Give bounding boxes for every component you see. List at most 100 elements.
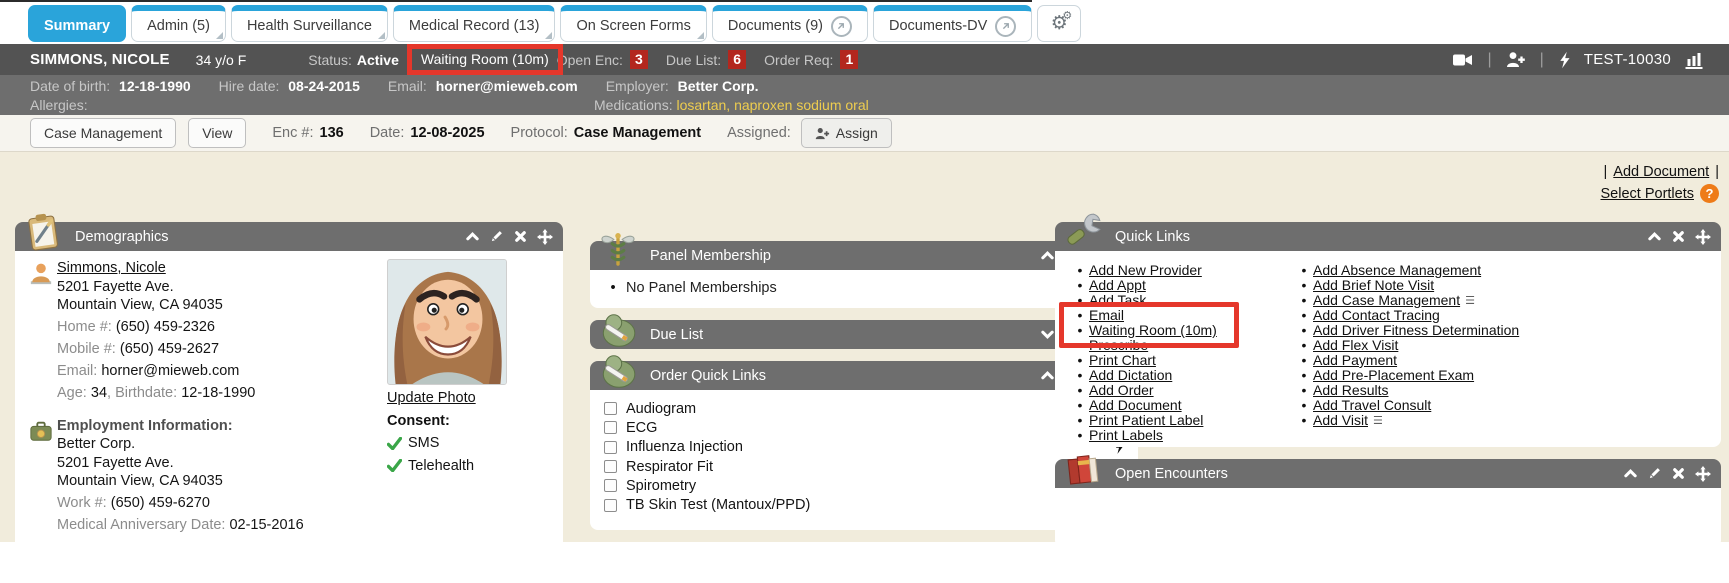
medication-link[interactable]: losartan (676, 97, 726, 113)
move-icon[interactable] (537, 229, 553, 245)
quick-link[interactable]: Add Document (1089, 398, 1182, 413)
quick-link[interactable]: Add Case Management (1313, 293, 1460, 308)
select-portlets-link[interactable]: Select Portlets (1601, 186, 1695, 202)
consent-sms: SMS (408, 434, 439, 453)
open-in-new-window-icon[interactable] (831, 16, 852, 37)
collapse-icon[interactable] (1647, 229, 1662, 244)
quick-link[interactable]: Add Pre-Placement Exam (1313, 368, 1474, 383)
quick-link[interactable]: Print Labels (1089, 428, 1163, 443)
flowsheet-chart-icon[interactable] (1685, 51, 1703, 69)
enc-number-label: Enc #: (272, 125, 313, 141)
list-options-icon[interactable]: ☰ (1465, 293, 1475, 308)
video-call-icon[interactable] (1452, 52, 1473, 68)
due-list-count-badge[interactable]: 6 (728, 50, 746, 69)
quick-link[interactable]: Add Brief Note Visit (1313, 278, 1434, 293)
close-icon[interactable] (513, 229, 528, 244)
expand-icon[interactable] (1040, 327, 1055, 342)
quick-link[interactable]: Add Flex Visit (1313, 338, 1398, 353)
open-enc-count-badge[interactable]: 3 (630, 50, 648, 69)
quick-link[interactable]: Add Appt (1089, 278, 1146, 293)
add-document-link[interactable]: Add Document (1613, 164, 1709, 180)
patient-name: SIMMONS, NICOLE (30, 51, 170, 68)
quick-link[interactable]: Prescribe (1089, 338, 1148, 353)
tab-on-screen-forms[interactable]: On Screen Forms (560, 5, 706, 42)
assigned-label: Assigned: (727, 125, 791, 141)
case-management-button[interactable]: Case Management (30, 118, 176, 148)
quick-link[interactable]: Add New Provider (1089, 263, 1202, 278)
quick-link-item: •Add Dictation (1071, 368, 1295, 383)
order-label: ECG (626, 420, 657, 436)
help-icon[interactable] (1700, 184, 1719, 203)
list-options-icon[interactable]: ☰ (1373, 413, 1383, 428)
quick-link[interactable]: Add Dictation (1089, 368, 1172, 383)
tab-admin[interactable]: Admin (5) (131, 5, 226, 42)
assign-button[interactable]: Assign (801, 118, 892, 148)
quick-link-item: •Add Order (1071, 383, 1295, 398)
update-photo-link[interactable]: Update Photo (387, 389, 517, 408)
move-icon[interactable] (1695, 466, 1711, 482)
tab-documents-dv[interactable]: Documents-DV (873, 5, 1032, 42)
caduceus-icon (597, 230, 639, 272)
collapse-icon[interactable] (1623, 466, 1638, 481)
quick-link[interactable]: Print Patient Label (1089, 413, 1203, 428)
quick-link[interactable]: Add Task (1089, 293, 1146, 308)
quick-link[interactable]: Add Travel Consult (1313, 398, 1431, 413)
due-list-label: Due List: (666, 52, 721, 68)
quick-link-item: •Add Document (1071, 398, 1295, 413)
close-icon[interactable] (1671, 229, 1686, 244)
order-checkbox[interactable] (604, 402, 617, 415)
quick-link[interactable]: Print Chart (1089, 353, 1156, 368)
order-checkbox[interactable] (604, 499, 617, 512)
order-checkbox[interactable] (604, 460, 617, 473)
quick-link[interactable]: Add Results (1313, 383, 1388, 398)
patient-info-bar: Date of birth: 12-18-1990 Hire date: 08-… (0, 75, 1729, 115)
medications-label: Medications: (594, 97, 673, 113)
edit-pencil-icon[interactable] (489, 229, 504, 244)
tab-settings-button[interactable]: ⚙⚙ (1037, 5, 1081, 42)
close-icon[interactable] (1671, 466, 1686, 481)
quick-action-lightning-icon[interactable] (1558, 51, 1570, 69)
open-in-new-window-icon[interactable] (995, 16, 1016, 37)
quick-link-item: •Add Brief Note Visit (1295, 278, 1519, 293)
order-label: TB Skin Test (Mantoux/PPD) (626, 497, 810, 513)
edit-pencil-icon[interactable] (1647, 466, 1662, 481)
order-row: ECG (604, 418, 1124, 437)
email-label: Email: (388, 78, 427, 94)
quick-link[interactable]: Add Order (1089, 383, 1154, 398)
collapse-icon[interactable] (1040, 248, 1055, 263)
quick-link[interactable]: Add Visit (1313, 413, 1368, 428)
move-icon[interactable] (1695, 229, 1711, 245)
order-checkbox[interactable] (604, 479, 617, 492)
add-person-icon[interactable] (1506, 51, 1526, 68)
order-row: TB Skin Test (Mantoux/PPD) (604, 495, 1124, 514)
clipboard-icon (22, 211, 64, 253)
mobile-phone: (650) 459-2627 (120, 341, 219, 357)
quick-link-item: •Add New Provider (1071, 263, 1295, 278)
quick-link[interactable]: Add Payment (1313, 353, 1397, 368)
quick-link[interactable]: Add Contact Tracing (1313, 308, 1440, 323)
order-checkbox[interactable] (604, 421, 617, 434)
tab-documents[interactable]: Documents (9) (712, 5, 868, 42)
order-checkbox[interactable] (604, 441, 617, 454)
medication-link[interactable]: naproxen sodium oral (734, 97, 869, 113)
tab-health-surveillance[interactable]: Health Surveillance (231, 5, 388, 42)
address-line2: Mountain View, CA 94035 (57, 296, 255, 315)
waiting-room-status[interactable]: Waiting Room (10m) (421, 51, 549, 67)
quick-link-item: •Add Pre-Placement Exam (1295, 368, 1519, 383)
collapse-icon[interactable] (465, 229, 480, 244)
quick-link[interactable]: Add Driver Fitness Determination (1313, 323, 1519, 338)
collapse-icon[interactable] (1040, 368, 1055, 383)
quick-link-waiting-room[interactable]: Waiting Room (10m) (1089, 323, 1217, 338)
tab-summary[interactable]: Summary (28, 5, 126, 42)
quick-link[interactable]: Add Absence Management (1313, 263, 1481, 278)
order-row: Influenza Injection (604, 438, 1124, 457)
order-req-count-badge[interactable]: 1 (840, 50, 858, 69)
patient-name-link[interactable]: Simmons, Nicole (57, 260, 166, 276)
quick-link[interactable]: Email (1089, 308, 1124, 323)
quick-link-item: •Add Case Management☰ (1295, 293, 1519, 308)
protocol-label: Protocol: (511, 125, 568, 141)
status-label: Status: (308, 52, 352, 68)
tab-medical-record[interactable]: Medical Record (13) (393, 5, 556, 42)
employer-value: Better Corp. (678, 78, 759, 94)
view-button[interactable]: View (188, 118, 246, 148)
